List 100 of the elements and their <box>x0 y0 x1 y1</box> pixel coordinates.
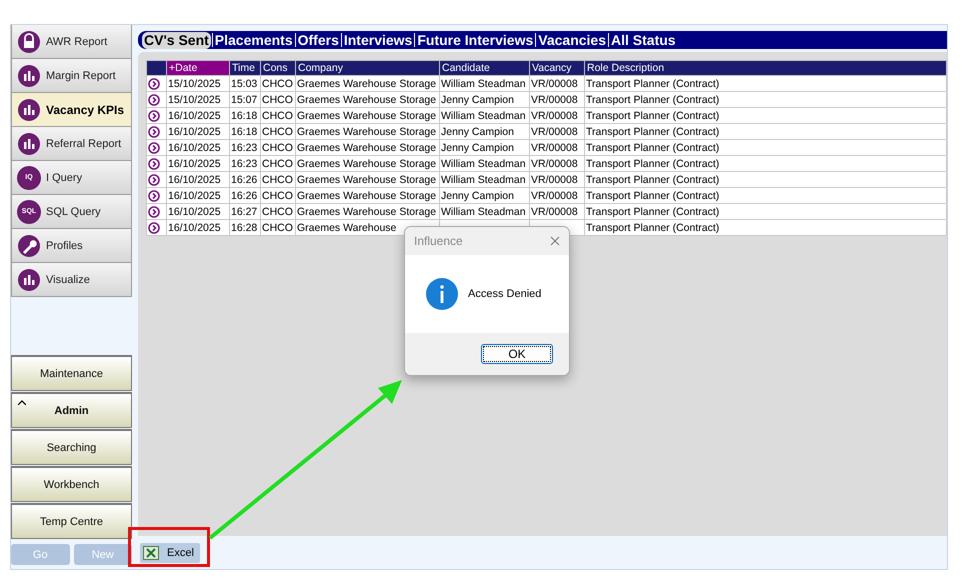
bar-chart-icon <box>17 268 41 292</box>
column-header[interactable]: Candidate <box>440 60 530 76</box>
table-cell: William Steadman <box>441 174 526 186</box>
table-cell: CHCO <box>262 94 293 106</box>
table-cell: Graemes Warehouse Storage <box>297 94 436 106</box>
table-cell: 15/10/2025 <box>168 94 221 106</box>
nav-group-button[interactable]: Maintenance <box>11 355 132 391</box>
table-cell: Transport Planner (Contract) <box>586 222 720 234</box>
tab[interactable]: Vacancies <box>537 32 607 48</box>
bar-chart-icon <box>17 98 41 122</box>
tab[interactable]: Offers <box>296 32 340 48</box>
open-row-icon[interactable] <box>148 206 160 218</box>
sidebar-item[interactable]: AWR Report <box>11 25 132 59</box>
tab[interactable]: CV's Sent <box>142 32 211 48</box>
table-cell: Jenny Campion <box>441 142 514 154</box>
sidebar-item[interactable]: Vacancy KPIs <box>11 93 132 127</box>
dialog-title: Influence <box>414 234 463 248</box>
open-row-icon[interactable] <box>148 174 160 186</box>
table-cell: Graemes Warehouse Storage <box>297 206 436 218</box>
sidebar-item[interactable]: Profiles <box>11 229 132 263</box>
nav-group-button[interactable]: Temp Centre <box>11 503 132 539</box>
open-row-icon[interactable] <box>148 142 160 154</box>
table-cell: 15/10/2025 <box>168 78 221 90</box>
table-cell: Graemes Warehouse Storage <box>297 190 436 202</box>
table-cell: 15:07 <box>231 94 258 106</box>
table-cell: William Steadman <box>441 158 526 170</box>
table-cell: CHCO <box>262 190 293 202</box>
spreadsheet-icon <box>143 546 159 560</box>
bar-chart-icon <box>17 64 41 88</box>
column-header[interactable]: +Date <box>166 60 230 76</box>
tab[interactable]: Placements <box>214 32 294 48</box>
info-icon <box>426 278 458 310</box>
table-cell: CHCO <box>262 126 293 138</box>
table-cell: VR/00008 <box>531 158 578 170</box>
table-cell: 16:26 <box>231 190 258 202</box>
table-cell: Transport Planner (Contract) <box>586 94 720 106</box>
table-cell: VR/00008 <box>531 190 578 202</box>
sidebar-item[interactable]: Referral Report <box>11 127 132 161</box>
open-row-icon[interactable] <box>148 94 160 106</box>
wrench-icon <box>17 234 41 258</box>
dialog-message: Access Denied <box>468 288 542 300</box>
table-cell: 16/10/2025 <box>168 190 221 202</box>
nav-group-button[interactable]: Admin <box>11 392 132 428</box>
table-cell: Graemes Warehouse Storage <box>297 158 436 170</box>
tab[interactable]: Interviews <box>342 32 414 48</box>
table-cell: VR/00008 <box>531 78 578 90</box>
table-cell: Graemes Warehouse Storage <box>297 78 436 90</box>
table-cell: Graemes Warehouse <box>297 222 396 234</box>
table-cell: Transport Planner (Contract) <box>586 206 720 218</box>
table-cell: William Steadman <box>441 206 526 218</box>
bar-chart-icon <box>17 132 41 156</box>
tab[interactable]: Future Interviews <box>416 32 534 48</box>
table-cell: VR/00008 <box>531 206 578 218</box>
open-row-icon[interactable] <box>148 158 160 170</box>
sidebar-item[interactable]: Visualize <box>11 263 132 297</box>
table-cell: 16/10/2025 <box>168 158 221 170</box>
column-header[interactable]: Vacancy <box>530 60 584 76</box>
column-header[interactable]: Time <box>230 60 260 76</box>
table-cell: Graemes Warehouse Storage <box>297 174 436 186</box>
nav-group-button[interactable]: Searching <box>11 429 132 465</box>
table-cell: 16:28 <box>231 222 258 234</box>
table-cell: 16:23 <box>231 142 258 154</box>
open-row-icon[interactable] <box>148 190 160 202</box>
table-cell: Transport Planner (Contract) <box>586 174 720 186</box>
table-cell: 15:03 <box>231 78 258 90</box>
table-cell: CHCO <box>262 174 293 186</box>
tab[interactable]: All Status <box>610 32 677 48</box>
table-cell: CHCO <box>262 110 293 122</box>
table-cell: Graemes Warehouse Storage <box>297 126 436 138</box>
column-header[interactable]: Company <box>296 60 440 76</box>
table-cell: 16/10/2025 <box>168 110 221 122</box>
table-cell: VR/00008 <box>531 174 578 186</box>
open-row-icon[interactable] <box>148 78 160 90</box>
excel-button[interactable]: Excel <box>140 542 200 562</box>
column-header[interactable]: Role Description <box>584 60 946 76</box>
lock-icon <box>17 30 41 54</box>
table-cell: Jenny Campion <box>441 126 514 138</box>
table-cell: VR/00008 <box>531 126 578 138</box>
sidebar-item[interactable]: Margin Report <box>11 59 132 93</box>
table-cell: 16:18 <box>231 110 258 122</box>
table-cell: VR/00008 <box>531 110 578 122</box>
ok-button[interactable]: OK <box>481 344 553 364</box>
table-cell: 16:27 <box>231 206 258 218</box>
table-cell: Transport Planner (Contract) <box>586 110 720 122</box>
table-cell: Transport Planner (Contract) <box>586 126 720 138</box>
nav-group-button[interactable]: Workbench <box>11 466 132 502</box>
table-cell: CHCO <box>262 222 293 234</box>
table-cell: VR/00008 <box>531 142 578 154</box>
table-cell: 16:23 <box>231 158 258 170</box>
close-icon[interactable] <box>550 236 560 246</box>
table-cell: Jenny Campion <box>441 190 514 202</box>
open-row-icon[interactable] <box>148 126 160 138</box>
table-cell: Transport Planner (Contract) <box>586 142 720 154</box>
table-cell: 16:18 <box>231 126 258 138</box>
table-cell: 16/10/2025 <box>168 126 221 138</box>
open-row-icon[interactable] <box>148 222 160 234</box>
table-cell: William Steadman <box>441 78 526 90</box>
column-header[interactable]: Cons <box>260 60 296 76</box>
table-cell: Transport Planner (Contract) <box>586 158 720 170</box>
open-row-icon[interactable] <box>148 110 160 122</box>
